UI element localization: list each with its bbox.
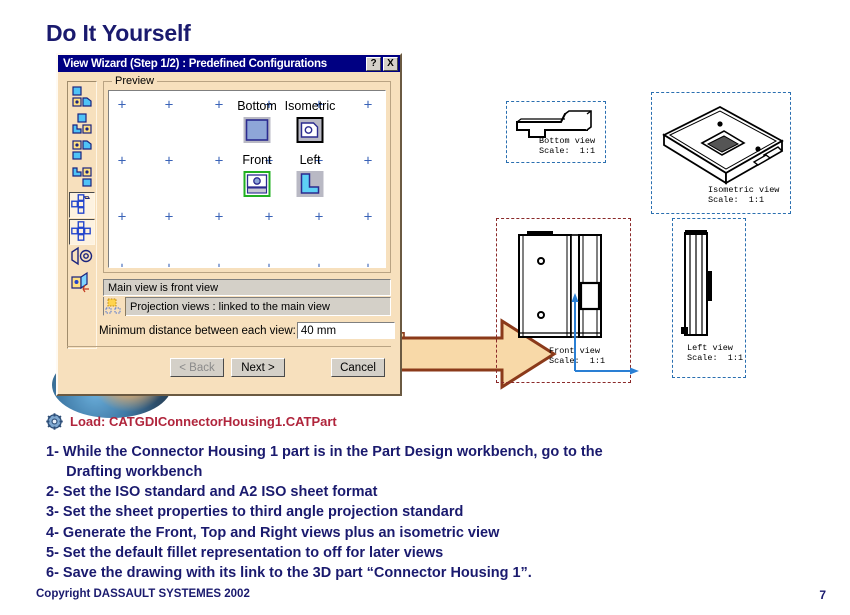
cancel-button[interactable]: Cancel: [331, 358, 385, 377]
grid-plus-marker: +: [314, 259, 324, 268]
load-instruction-line: Load: CATGDIConnectorHousing1.CATPart: [46, 413, 337, 430]
isometric-view-geometry: [662, 105, 784, 185]
grid-plus-marker: +: [164, 259, 174, 268]
isometric-view-caption-l1: Isometric view: [708, 185, 780, 195]
grid-plus-marker: +: [214, 259, 224, 268]
preview-canvas[interactable]: + + + + + + + + + + + + + + + + + + + +: [108, 90, 386, 268]
config-two-views-bottom-right-icon[interactable]: [69, 111, 95, 137]
grid-plus-marker: +: [264, 208, 274, 226]
projection-link-icon[interactable]: [104, 297, 126, 316]
axis-system-icon[interactable]: [69, 271, 95, 295]
grid-plus-marker: +: [214, 96, 224, 114]
drawing-view-bottom[interactable]: Bottom view Scale: 1:1: [506, 101, 606, 163]
left-view-caption-l1: Left view: [687, 343, 733, 353]
dialog-body: Preview + + + + + + + + + + + + + + + + …: [58, 72, 400, 394]
min-distance-input[interactable]: 40 mm: [296, 322, 395, 339]
preview-legend-label: Preview: [112, 75, 158, 87]
projection-direction-icon[interactable]: [69, 246, 95, 270]
next-button[interactable]: Next >: [231, 358, 285, 377]
left-view-caption: Left view Scale: 1:1: [687, 343, 743, 364]
preview-label-isometric: Isometric: [284, 99, 336, 113]
back-button[interactable]: < Back: [170, 358, 224, 377]
gear-icon: [46, 413, 63, 430]
dialog-titlebar: View Wizard (Step 1/2) : Predefined Conf…: [58, 55, 400, 72]
grid-plus-marker: +: [117, 208, 127, 226]
grid-plus-marker: +: [117, 259, 127, 268]
preview-thumb-left[interactable]: [296, 171, 324, 197]
grid-plus-marker: +: [164, 152, 174, 170]
preview-group-box: Preview + + + + + + + + + + + + + + + + …: [103, 75, 391, 273]
projection-views-text: Projection views : linked to the main vi…: [130, 300, 330, 313]
main-view-text: Main view is front view: [108, 281, 219, 294]
instruction-step: 6- Save the drawing with its link to the…: [46, 564, 532, 581]
bottom-view-caption-l1: Bottom view: [539, 136, 596, 146]
grid-plus-marker: +: [363, 96, 373, 114]
dialog-title: View Wizard (Step 1/2) : Predefined Conf…: [63, 57, 327, 70]
min-distance-label: Minimum distance between each view:: [99, 324, 296, 337]
config-exploded-alt-icon[interactable]: [69, 219, 95, 245]
config-three-views-b-icon[interactable]: [69, 165, 95, 191]
dialog-button-bar: < Back Next > Cancel: [67, 346, 391, 388]
bottom-view-caption: Bottom view Scale: 1:1: [539, 136, 595, 157]
front-view-caption: Front view Scale: 1:1: [549, 346, 605, 367]
help-button[interactable]: ?: [366, 56, 381, 71]
main-view-status-row: Main view is front view: [103, 279, 391, 296]
grid-plus-marker: +: [264, 259, 274, 268]
preview-label-front: Front: [242, 153, 272, 167]
config-three-views-a-icon[interactable]: [69, 138, 95, 164]
preview-thumb-front[interactable]: [243, 171, 271, 197]
page-title: Do It Yourself: [46, 20, 191, 46]
front-view-caption-l1: Front view: [549, 346, 601, 356]
grid-plus-marker: +: [314, 208, 324, 226]
left-view-caption-l2: Scale: 1:1: [687, 353, 744, 364]
instruction-steps-list: 1- While the Connector Housing 1 part is…: [46, 442, 746, 583]
projection-views-row: Projection views : linked to the main vi…: [103, 297, 391, 316]
copyright-text: Copyright DASSAULT SYSTEMES 2002: [36, 588, 250, 600]
grid-plus-marker: +: [164, 96, 174, 114]
min-distance-row: Minimum distance between each view: 40 m…: [99, 321, 395, 340]
drawing-view-left[interactable]: Left view Scale: 1:1: [672, 218, 746, 378]
configuration-toolbar: [67, 81, 97, 349]
instruction-step: 4- Generate the Front, Top and Right vie…: [46, 524, 500, 541]
footer-bar: Copyright DASSAULT SYSTEMES 2002 7: [0, 584, 850, 615]
bottom-view-caption-l2: Scale: 1:1: [539, 146, 596, 157]
isometric-view-caption-l2: Scale: 1:1: [708, 195, 765, 206]
instruction-step: 1- While the Connector Housing 1 part is…: [46, 444, 603, 481]
isometric-view-caption: Isometric view Scale: 1:1: [708, 185, 779, 206]
left-view-geometry: [681, 230, 712, 336]
preview-label-left: Left: [299, 153, 321, 167]
grid-plus-marker: +: [363, 259, 373, 268]
config-two-views-top-right-icon[interactable]: [69, 84, 95, 110]
config-exploded-selected-icon[interactable]: [69, 192, 95, 218]
instruction-step: 2- Set the ISO standard and A2 ISO sheet…: [46, 484, 378, 501]
drawing-view-front[interactable]: Front view Scale: 1:1: [496, 218, 639, 383]
grid-plus-marker: +: [117, 152, 127, 170]
grid-plus-marker: +: [117, 96, 127, 114]
grid-plus-marker: +: [214, 152, 224, 170]
preview-thumb-isometric[interactable]: [296, 117, 324, 143]
close-icon[interactable]: X: [383, 56, 398, 71]
grid-plus-marker: +: [363, 152, 373, 170]
instruction-step: 3- Set the sheet properties to third ang…: [46, 504, 464, 521]
grid-plus-marker: +: [363, 208, 373, 226]
preview-thumb-bottom[interactable]: [243, 117, 271, 143]
page-number: 7: [819, 588, 826, 602]
preview-label-bottom: Bottom: [237, 99, 277, 113]
instruction-step: 5- Set the default fillet representation…: [46, 544, 444, 561]
grid-plus-marker: +: [164, 208, 174, 226]
grid-plus-marker: +: [214, 208, 224, 226]
front-view-caption-l2: Scale: 1:1: [549, 356, 606, 367]
view-wizard-dialog: View Wizard (Step 1/2) : Predefined Conf…: [56, 53, 402, 396]
drawing-view-isometric[interactable]: Isometric view Scale: 1:1: [651, 92, 791, 214]
load-file-label: Load: CATGDIConnectorHousing1.CATPart: [70, 414, 337, 429]
